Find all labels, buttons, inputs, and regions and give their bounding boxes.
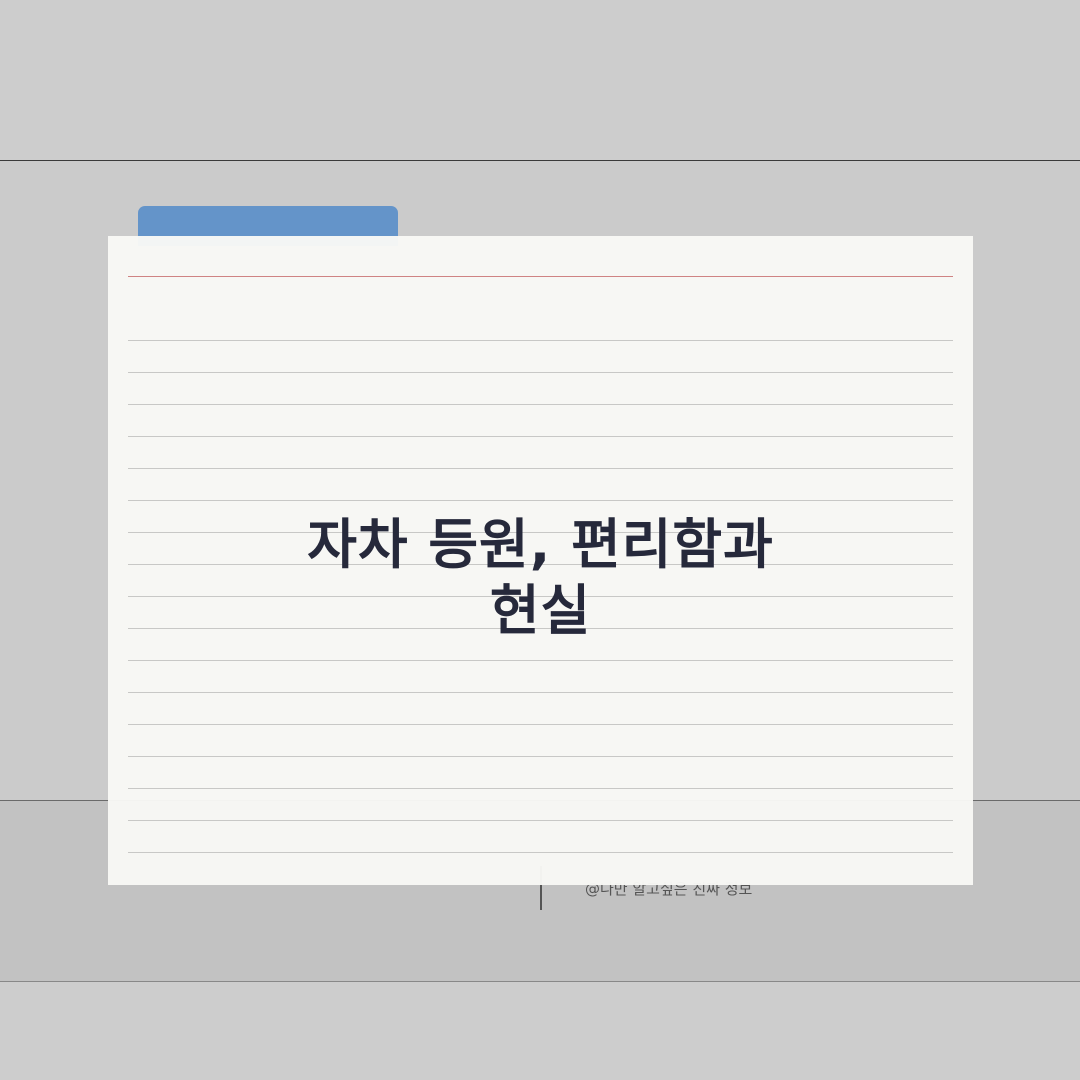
top-band [0, 0, 1080, 161]
notepad-card: 자차 등원, 편리함과 현실 [108, 236, 973, 885]
margin-line [128, 276, 953, 277]
footer-band [0, 982, 1080, 1080]
title-line-2: 현실 [489, 579, 592, 642]
title-line-1: 자차 등원, 편리함과 [307, 513, 774, 576]
page-title: 자차 등원, 편리함과 현실 [108, 512, 973, 644]
